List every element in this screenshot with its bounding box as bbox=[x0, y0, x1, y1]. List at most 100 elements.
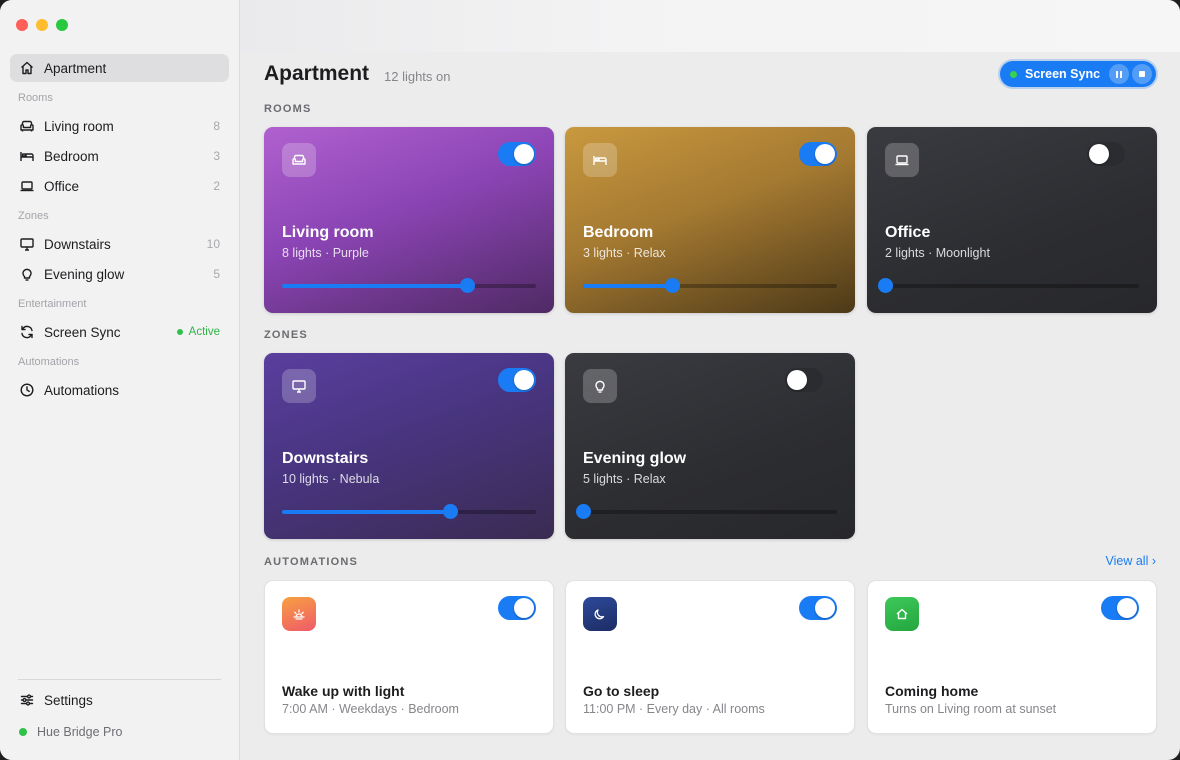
room-subtitle: 2 lights · Moonlight bbox=[885, 246, 990, 260]
automation-schedule: Turns on Living room at sunset bbox=[885, 702, 1057, 716]
room-card-office[interactable]: Office 2 lights · Moonlight bbox=[867, 127, 1157, 313]
sidebar: Apartment Rooms Living room 8 Bedroom 3 bbox=[0, 0, 240, 760]
sidebar-section-entertainment: Entertainment bbox=[18, 298, 87, 310]
zone-power-toggle[interactable] bbox=[498, 368, 536, 392]
room-subtitle: 8 lights · Purple bbox=[282, 246, 369, 260]
close-window-button[interactable] bbox=[16, 19, 28, 31]
sidebar-item-label: Evening glow bbox=[44, 266, 125, 282]
brightness-slider[interactable] bbox=[878, 278, 1139, 293]
stop-sync-button[interactable] bbox=[1132, 64, 1152, 84]
bed-icon bbox=[583, 143, 617, 177]
slider-fill bbox=[282, 284, 468, 288]
brightness-slider[interactable] bbox=[583, 278, 837, 293]
slider-fill bbox=[583, 284, 672, 288]
sidebar-item-downstairs[interactable]: Downstairs 10 bbox=[10, 230, 229, 258]
brightness-slider[interactable] bbox=[282, 504, 536, 519]
zone-subtitle: 5 lights · Relax bbox=[583, 472, 666, 486]
sidebar-section-rooms: Rooms bbox=[18, 92, 53, 104]
sidebar-item-automations[interactable]: Automations bbox=[10, 376, 229, 404]
sidebar-item-label: Downstairs bbox=[44, 236, 111, 252]
room-power-toggle[interactable] bbox=[498, 142, 536, 166]
window-controls bbox=[16, 19, 68, 31]
slider-fill bbox=[282, 510, 450, 514]
sidebar-item-count: 2 bbox=[213, 179, 220, 193]
slider-knob[interactable] bbox=[442, 504, 458, 519]
page-title: Apartment bbox=[264, 62, 370, 85]
toggle-knob bbox=[815, 144, 835, 164]
zone-card-downstairs[interactable]: Downstairs 10 lights · Nebula bbox=[264, 353, 554, 539]
minimize-window-button[interactable] bbox=[36, 19, 48, 31]
zone-card-evening-glow[interactable]: Evening glow 5 lights · Relax bbox=[565, 353, 855, 539]
brightness-slider[interactable] bbox=[282, 278, 536, 293]
sidebar-item-office[interactable]: Office 2 bbox=[10, 172, 229, 200]
sidebar-item-count: 3 bbox=[213, 149, 220, 163]
sofa-icon bbox=[282, 143, 316, 177]
sidebar-section-automations: Automations bbox=[18, 356, 80, 368]
sidebar-item-label: Screen Sync bbox=[44, 324, 121, 340]
room-power-toggle[interactable] bbox=[799, 142, 837, 166]
slider-knob[interactable] bbox=[664, 278, 680, 293]
toggle-knob bbox=[514, 598, 534, 618]
automation-card-coming-home[interactable]: Coming home Turns on Living room at suns… bbox=[867, 580, 1157, 734]
sidebar-item-living-room[interactable]: Living room 8 bbox=[10, 112, 229, 140]
home-icon bbox=[19, 60, 35, 76]
sidebar-item-label: Office bbox=[44, 178, 80, 194]
sidebar-nav: Apartment Rooms Living room 8 Bedroom 3 bbox=[10, 54, 229, 406]
room-card-bedroom[interactable]: Bedroom 3 lights · Relax bbox=[565, 127, 855, 313]
main-content: Apartment 12 lights on Screen Sync ROOMS… bbox=[240, 0, 1180, 760]
zone-name: Downstairs bbox=[282, 450, 369, 467]
sidebar-footer: Settings Hue Bridge Pro bbox=[10, 679, 229, 760]
automation-name: Go to sleep bbox=[583, 683, 660, 699]
zone-name: Evening glow bbox=[583, 450, 687, 467]
bulb-icon bbox=[583, 369, 617, 403]
zone-power-toggle[interactable] bbox=[785, 368, 823, 392]
bridge-connected-dot-icon bbox=[19, 728, 27, 736]
automation-toggle[interactable] bbox=[799, 596, 837, 620]
pause-icon bbox=[1116, 70, 1122, 78]
screen-sync-pill[interactable]: Screen Sync bbox=[1000, 61, 1156, 87]
sync-icon bbox=[19, 324, 35, 340]
zoom-window-button[interactable] bbox=[56, 19, 68, 31]
automation-name: Wake up with light bbox=[282, 683, 405, 699]
active-status-badge: Active bbox=[176, 326, 220, 338]
sidebar-item-apartment[interactable]: Apartment bbox=[10, 54, 229, 82]
toggle-knob bbox=[514, 370, 534, 390]
app-window: Apartment Rooms Living room 8 Bedroom 3 bbox=[0, 0, 1180, 760]
bridge-label: Hue Bridge Pro bbox=[37, 725, 123, 739]
slider-knob[interactable] bbox=[460, 278, 476, 293]
sync-active-dot-icon bbox=[1010, 70, 1017, 78]
sidebar-item-count: 10 bbox=[206, 237, 220, 251]
room-name: Office bbox=[885, 224, 931, 241]
toggle-knob bbox=[514, 144, 534, 164]
stop-icon bbox=[1139, 71, 1145, 77]
sidebar-section-zones: Zones bbox=[18, 210, 49, 222]
automation-card-go-to-sleep[interactable]: Go to sleep 11:00 PM · Every day · All r… bbox=[565, 580, 855, 734]
sidebar-item-evening-glow[interactable]: Evening glow 5 bbox=[10, 260, 229, 288]
slider-knob[interactable] bbox=[878, 278, 893, 293]
sliders-icon bbox=[19, 692, 35, 708]
automation-name: Coming home bbox=[885, 683, 979, 699]
automation-card-wake-up[interactable]: Wake up with light 7:00 AM · Weekdays · … bbox=[264, 580, 554, 734]
automation-toggle[interactable] bbox=[1101, 596, 1139, 620]
automation-toggle[interactable] bbox=[498, 596, 536, 620]
brightness-slider[interactable] bbox=[576, 504, 837, 519]
active-dot-icon bbox=[176, 329, 183, 335]
pause-sync-button[interactable] bbox=[1109, 64, 1129, 84]
sofa-icon bbox=[19, 118, 35, 134]
sidebar-item-screen-sync[interactable]: Screen Sync Active bbox=[10, 318, 229, 346]
toggle-knob bbox=[815, 598, 835, 618]
sidebar-item-bedroom[interactable]: Bedroom 3 bbox=[10, 142, 229, 170]
monitor-icon bbox=[19, 236, 35, 252]
room-subtitle: 3 lights · Relax bbox=[583, 246, 666, 260]
sunrise-icon bbox=[282, 597, 316, 631]
laptop-icon bbox=[885, 143, 919, 177]
room-card-living-room[interactable]: Living room 8 lights · Purple bbox=[264, 127, 554, 313]
bridge-status: Hue Bridge Pro bbox=[10, 716, 229, 748]
view-all-automations-link[interactable]: View all › bbox=[1106, 554, 1156, 568]
slider-knob[interactable] bbox=[576, 504, 591, 519]
automations-section-label: AUTOMATIONS bbox=[264, 556, 359, 568]
room-power-toggle[interactable] bbox=[1087, 142, 1125, 166]
sidebar-item-settings[interactable]: Settings bbox=[10, 686, 229, 714]
zone-subtitle: 10 lights · Nebula bbox=[282, 472, 380, 486]
screen-sync-label: Screen Sync bbox=[1025, 67, 1101, 81]
